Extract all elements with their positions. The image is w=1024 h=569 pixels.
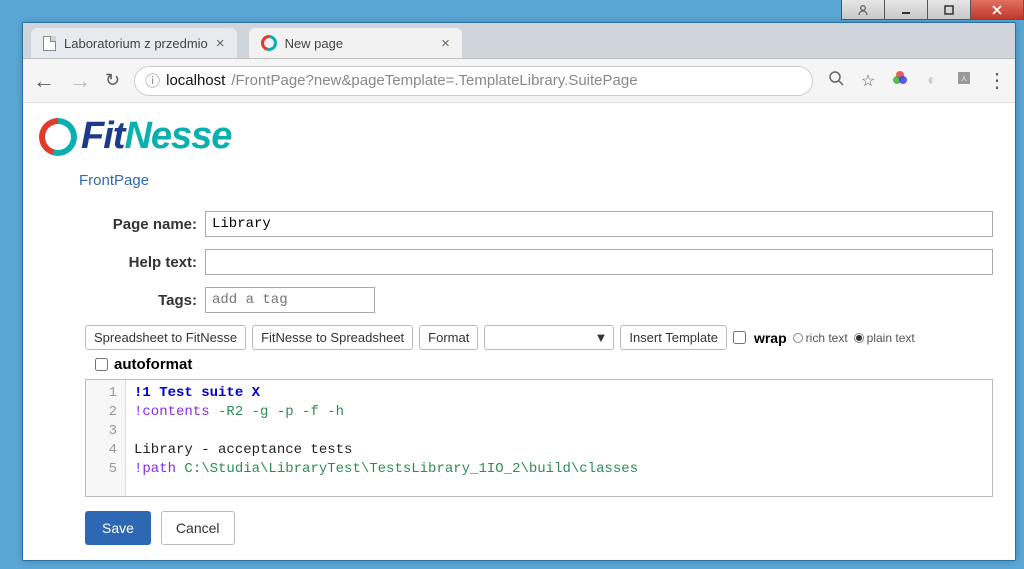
browser-toolbar: ← → ↻ ⓘ localhost/FrontPage?new&pageTemp… xyxy=(23,59,1015,103)
rich-text-radio[interactable] xyxy=(793,333,803,343)
form-actions: Save Cancel xyxy=(85,511,993,545)
help-text-input[interactable] xyxy=(205,249,993,275)
forward-button[interactable]: → xyxy=(69,68,91,94)
autoformat-checkbox[interactable] xyxy=(95,358,108,371)
rich-text-radio-label[interactable]: rich text xyxy=(793,331,848,345)
fitnesse-icon xyxy=(261,35,277,51)
line-gutter: 1 2 3 4 5 xyxy=(86,380,126,496)
star-icon[interactable]: ☆ xyxy=(859,71,877,91)
reload-button[interactable]: ↻ xyxy=(105,70,120,91)
extension-rgb-icon[interactable] xyxy=(891,70,909,91)
plain-text-radio-label[interactable]: plain text xyxy=(854,331,915,345)
zoom-icon[interactable] xyxy=(827,70,845,91)
tab-strip: Laboratorium z przedmio × New page × xyxy=(23,23,1015,59)
close-icon[interactable]: × xyxy=(216,35,225,52)
insert-template-button[interactable]: Insert Template xyxy=(620,325,727,350)
tags-row: Tags: xyxy=(85,287,993,313)
plain-text-radio[interactable] xyxy=(854,333,864,343)
page-name-input[interactable] xyxy=(205,211,993,237)
logo-mark-icon xyxy=(39,118,77,156)
menu-icon[interactable]: ⋮ xyxy=(987,68,1005,93)
tab-title: New page xyxy=(285,36,344,51)
help-text-label: Help text: xyxy=(85,254,197,271)
format-select[interactable]: ▼ xyxy=(484,325,614,350)
fitnesse-logo: FitNesse xyxy=(39,115,999,158)
wrap-label: wrap xyxy=(754,330,787,346)
code-area[interactable]: !1 Test suite X !contents -R2 -g -p -f -… xyxy=(126,380,646,496)
autoformat-row: autoformat xyxy=(95,356,993,373)
cancel-button[interactable]: Cancel xyxy=(161,511,235,545)
code-line-4: Library - acceptance tests xyxy=(134,442,352,458)
close-icon[interactable]: × xyxy=(441,35,450,52)
code-editor[interactable]: 1 2 3 4 5 !1 Test suite X !contents -R2 … xyxy=(85,379,993,497)
page-name-row: Page name: xyxy=(85,211,993,237)
format-button[interactable]: Format xyxy=(419,325,478,350)
save-button[interactable]: Save xyxy=(85,511,151,545)
site-info-icon[interactable]: ⓘ xyxy=(145,70,160,91)
extension-icon[interactable]: ◐ xyxy=(923,72,941,90)
logo-text-fit: Fit xyxy=(81,115,124,157)
tags-label: Tags: xyxy=(85,292,197,309)
pdf-icon[interactable]: 人 xyxy=(955,70,973,91)
window-close-button[interactable] xyxy=(970,0,1024,20)
svg-text:人: 人 xyxy=(961,76,967,83)
chevron-down-icon: ▼ xyxy=(594,330,607,345)
breadcrumb: FrontPage xyxy=(79,172,999,189)
tags-input[interactable] xyxy=(205,287,375,313)
url-path: /FrontPage?new&pageTemplate=.TemplateLib… xyxy=(231,72,637,89)
window-user-button[interactable] xyxy=(841,0,885,20)
fitnesse-to-spreadsheet-button[interactable]: FitNesse to Spreadsheet xyxy=(252,325,413,350)
spreadsheet-to-fitnesse-button[interactable]: Spreadsheet to FitNesse xyxy=(85,325,246,350)
page-name-label: Page name: xyxy=(85,216,197,233)
file-icon xyxy=(43,36,56,51)
window-minimize-button[interactable] xyxy=(884,0,928,20)
code-line-5a: !path xyxy=(134,461,176,477)
autoformat-label: autoformat xyxy=(114,356,192,373)
back-button[interactable]: ← xyxy=(33,68,55,94)
tab-1[interactable]: Laboratorium z przedmio × xyxy=(31,28,237,58)
wrap-checkbox[interactable] xyxy=(733,331,746,344)
code-line-1: !1 Test suite X xyxy=(134,385,260,401)
page-content: FitNesse FrontPage Page name: Help text:… xyxy=(23,103,1015,560)
tab-2[interactable]: New page × xyxy=(249,28,462,58)
tab-title: Laboratorium z przedmio xyxy=(64,36,208,51)
page-form: Page name: Help text: Tags: Spreadsheet … xyxy=(85,211,993,545)
editor-toolbar: Spreadsheet to FitNesse FitNesse to Spre… xyxy=(85,325,993,350)
code-line-2a: !contents xyxy=(134,404,210,420)
code-line-5b: C:\Studia\LibraryTest\TestsLibrary_1IO_2… xyxy=(176,461,638,477)
url-host: localhost xyxy=(166,72,225,89)
window-maximize-button[interactable] xyxy=(927,0,971,20)
browser-window: Laboratorium z przedmio × New page × ← →… xyxy=(22,22,1016,561)
help-text-row: Help text: xyxy=(85,249,993,275)
code-line-2b: -R2 -g -p -f -h xyxy=(210,404,344,420)
address-bar[interactable]: ⓘ localhost/FrontPage?new&pageTemplate=.… xyxy=(134,66,813,96)
breadcrumb-link[interactable]: FrontPage xyxy=(79,172,149,189)
logo-text-nesse: Nesse xyxy=(124,115,231,157)
window-controls xyxy=(842,0,1024,22)
